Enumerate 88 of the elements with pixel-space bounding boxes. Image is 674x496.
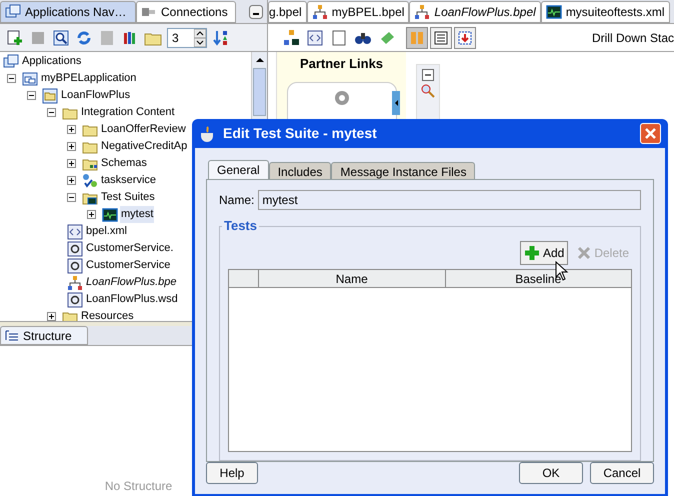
page-icon[interactable] [330, 28, 348, 46]
tree-item[interactable]: CustomerService [85, 257, 172, 274]
expand-toggle[interactable] [47, 312, 56, 321]
tree-item[interactable]: Test Suites [100, 189, 156, 206]
collapse-toggle[interactable] [67, 193, 76, 202]
field-label: Name: [219, 192, 254, 209]
structure-icon [5, 328, 19, 342]
applications-icon [3, 54, 19, 70]
service-icon [82, 172, 98, 188]
editor-tab[interactable]: mysuiteoftests.xml [540, 1, 670, 23]
layout-icon [410, 30, 424, 44]
editor-tab[interactable]: LoanFlowPlus.bpel [409, 1, 541, 23]
source-icon[interactable] [306, 28, 324, 46]
tree-item[interactable]: NegativeCreditAp [100, 138, 188, 155]
column-header[interactable]: Baseline [446, 270, 631, 287]
close-icon [645, 128, 656, 139]
project-folder-icon [42, 88, 58, 104]
minimize-button[interactable] [249, 5, 263, 19]
view-toggle[interactable] [430, 26, 452, 48]
tree-item[interactable]: LoanFlowPlus.wsd [85, 291, 179, 308]
name-field[interactable]: mytest [258, 190, 641, 210]
collapse-toggle[interactable] [27, 91, 36, 100]
layout-icon [434, 30, 448, 44]
tree-item[interactable]: myBPELapplication [40, 70, 138, 87]
test-suite-icon [546, 4, 562, 20]
test-suite-icon [102, 206, 118, 222]
expand-toggle[interactable] [87, 210, 96, 219]
wsdl-file-icon [67, 292, 83, 308]
tree-item[interactable]: CustomerService. [85, 240, 174, 257]
wsdl-file-icon [67, 258, 83, 274]
collapse-tab-icon[interactable] [392, 90, 400, 114]
new-icon[interactable] [6, 28, 24, 46]
dialog-tab[interactable]: Message Instance Files [331, 162, 476, 179]
collapse-toggle[interactable] [7, 74, 16, 83]
tree-item[interactable]: Resources [80, 308, 135, 321]
lane-heading: Partner Links [300, 55, 384, 73]
dialog-tab[interactable]: General [208, 160, 269, 179]
tree-item[interactable]: Schemas [100, 155, 148, 172]
wsdl-file-icon [67, 240, 83, 256]
view-toggle[interactable] [406, 26, 428, 48]
plug-icon [141, 5, 157, 19]
applications-icon [5, 4, 21, 20]
panel-tab[interactable]: Connections [136, 1, 236, 23]
zoom-out-icon[interactable] [422, 69, 434, 81]
editor-tab[interactable]: g.bpel [268, 1, 307, 23]
empty-message: No Structure [104, 478, 172, 495]
expand-toggle[interactable] [67, 125, 76, 134]
search-icon[interactable] [52, 28, 70, 46]
panel-tab[interactable]: Structure [0, 326, 88, 345]
tree-item[interactable]: taskservice [100, 172, 158, 189]
scroll-thumb[interactable] [253, 68, 266, 116]
level-spinner[interactable]: 3 [167, 28, 207, 48]
close-button[interactable] [640, 123, 661, 144]
panel-tab[interactable]: Applications Nav… [0, 1, 136, 23]
dialog-tab[interactable]: Includes [268, 162, 332, 179]
ok-button[interactable]: OK [519, 462, 583, 484]
magnifier-icon[interactable] [421, 84, 435, 98]
refresh-icon[interactable] [75, 28, 93, 46]
process-diagram-icon [67, 274, 83, 290]
collapse-toggle[interactable] [47, 108, 56, 117]
spinner-arrows-icon [194, 28, 206, 46]
layout-icon [458, 30, 472, 44]
process-diagram-icon[interactable] [282, 28, 300, 46]
tree-item[interactable]: LoanFlowPlus [60, 87, 132, 104]
expand-toggle[interactable] [67, 159, 76, 168]
cancel-button[interactable]: Cancel [590, 462, 654, 484]
delete-icon [577, 246, 592, 260]
sort-icon[interactable] [212, 28, 230, 46]
process-diagram-icon [312, 4, 328, 20]
expand-toggle[interactable] [67, 142, 76, 151]
column-header[interactable]: Name [259, 270, 446, 287]
tree-item[interactable]: Integration Content [80, 104, 176, 121]
tree-item[interactable]: LoanOfferReview [100, 121, 187, 138]
plus-icon [524, 245, 540, 261]
application-icon [22, 70, 38, 86]
drill-down-label: Drill Down Stac [592, 30, 674, 46]
tree-item[interactable]: mytest [120, 206, 154, 223]
help-button[interactable]: Help [206, 462, 258, 484]
xml-file-icon [67, 224, 83, 240]
tree-item[interactable]: Applications [21, 53, 82, 70]
tree-item[interactable]: LoanFlowPlus.bpe [85, 274, 178, 291]
expand-toggle[interactable] [67, 176, 76, 185]
editor-tab[interactable]: myBPEL.bpel [306, 1, 410, 23]
tree-item[interactable]: bpel.xml [85, 223, 128, 240]
view-toggle[interactable] [454, 26, 476, 48]
dialog-title: Edit Test Suite - mytest [223, 124, 378, 143]
process-diagram-icon [414, 4, 430, 20]
add-button[interactable]: Add [520, 241, 568, 265]
